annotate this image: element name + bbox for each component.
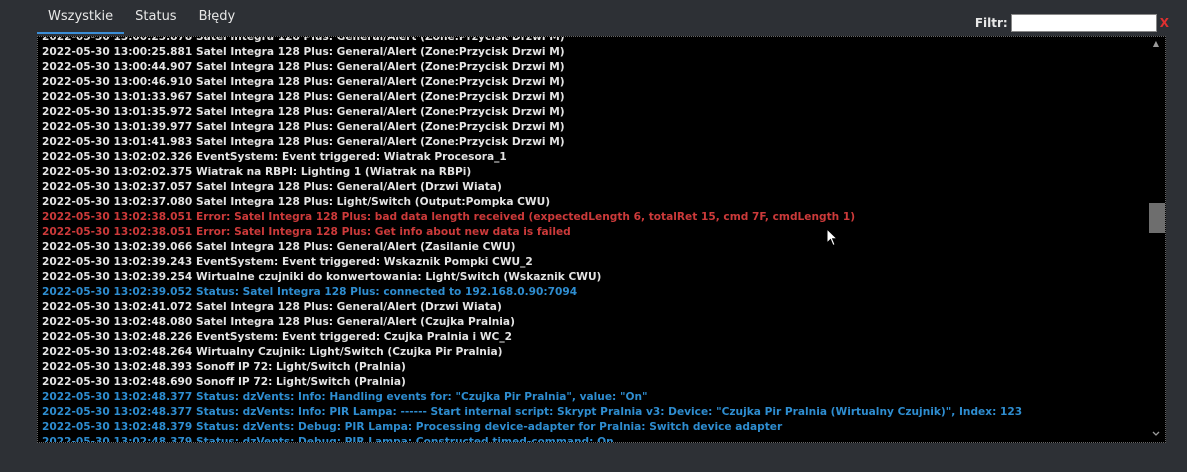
- log-line: 2022-05-30 13:02:41.072 Satel Integra 12…: [42, 301, 502, 313]
- log-line: 2022-05-30 13:02:48.377 Status: dzVents:…: [42, 406, 1023, 418]
- log-line: 2022-05-30 13:02:48.379 Status: dzVents:…: [42, 421, 783, 433]
- log-line: 2022-05-30 13:02:48.379 Status: dzVents:…: [42, 436, 614, 443]
- tab-wszystkie[interactable]: Wszystkie: [37, 0, 125, 34]
- log-line: 2022-05-30 13:02:02.375 Wiatrak na RBPI:…: [42, 166, 472, 178]
- log-line: 2022-05-30 13:02:02.326 EventSystem: Eve…: [42, 151, 507, 163]
- log-line: 2022-05-30 13:02:48.080 Satel Integra 12…: [42, 316, 515, 328]
- log-line: 2022-05-30 13:02:48.690 Sonoff IP 72: Li…: [42, 376, 406, 388]
- log-lines: 2022-05-30 13:00:23.878 Satel Integra 12…: [42, 36, 1145, 443]
- log-panel[interactable]: 2022-05-30 13:00:23.878 Satel Integra 12…: [37, 36, 1166, 443]
- tab-status[interactable]: Status: [124, 0, 187, 34]
- filter-bar: Filtr: X: [975, 14, 1169, 32]
- log-line: 2022-05-30 13:02:37.057 Satel Integra 12…: [42, 181, 502, 193]
- scroll-thumb[interactable]: [1149, 203, 1165, 233]
- log-line: 2022-05-30 13:02:38.051 Error: Satel Int…: [42, 226, 571, 238]
- log-line: 2022-05-30 13:00:44.907 Satel Integra 12…: [42, 61, 565, 73]
- log-line: 2022-05-30 13:01:41.983 Satel Integra 12…: [42, 136, 565, 148]
- log-line: 2022-05-30 13:01:35.972 Satel Integra 12…: [42, 106, 565, 118]
- log-line: 2022-05-30 13:02:48.264 Wirtualny Czujni…: [42, 346, 503, 358]
- log-line: 2022-05-30 13:02:39.243 EventSystem: Eve…: [42, 256, 533, 268]
- log-line: 2022-05-30 13:02:37.080 Satel Integra 12…: [42, 196, 551, 208]
- log-line: 2022-05-30 13:02:48.226 EventSystem: Eve…: [42, 331, 512, 343]
- log-line: 2022-05-30 13:00:25.881 Satel Integra 12…: [42, 46, 565, 58]
- filter-input[interactable]: [1010, 14, 1157, 32]
- triangle-up-icon[interactable]: ▲: [1147, 37, 1165, 51]
- log-line: 2022-05-30 13:01:39.977 Satel Integra 12…: [42, 121, 565, 133]
- filter-label: Filtr:: [974, 16, 1008, 30]
- log-line: 2022-05-30 13:00:46.910 Satel Integra 12…: [42, 76, 565, 88]
- log-line: 2022-05-30 13:02:39.052 Status: Satel In…: [42, 286, 578, 298]
- tab-bledy[interactable]: Błędy: [188, 0, 247, 34]
- clear-filter-button[interactable]: X: [1160, 16, 1169, 30]
- scrollbar[interactable]: ▲: [1147, 37, 1165, 442]
- log-line: 2022-05-30 13:02:39.254 Wirtualne czujni…: [42, 271, 602, 283]
- log-line: 2022-05-30 13:02:48.393 Sonoff IP 72: Li…: [42, 361, 406, 373]
- chevron-down-icon[interactable]: [1147, 428, 1165, 442]
- log-line: 2022-05-30 13:02:38.051 Error: Satel Int…: [42, 211, 856, 223]
- log-line: 2022-05-30 13:02:39.066 Satel Integra 12…: [42, 241, 516, 253]
- log-tabs: Wszystkie Status Błędy: [37, 0, 246, 36]
- log-line: 2022-05-30 13:00:23.878 Satel Integra 12…: [42, 36, 565, 43]
- log-line: 2022-05-30 13:02:48.377 Status: dzVents:…: [42, 391, 648, 403]
- log-line: 2022-05-30 13:01:33.967 Satel Integra 12…: [42, 91, 565, 103]
